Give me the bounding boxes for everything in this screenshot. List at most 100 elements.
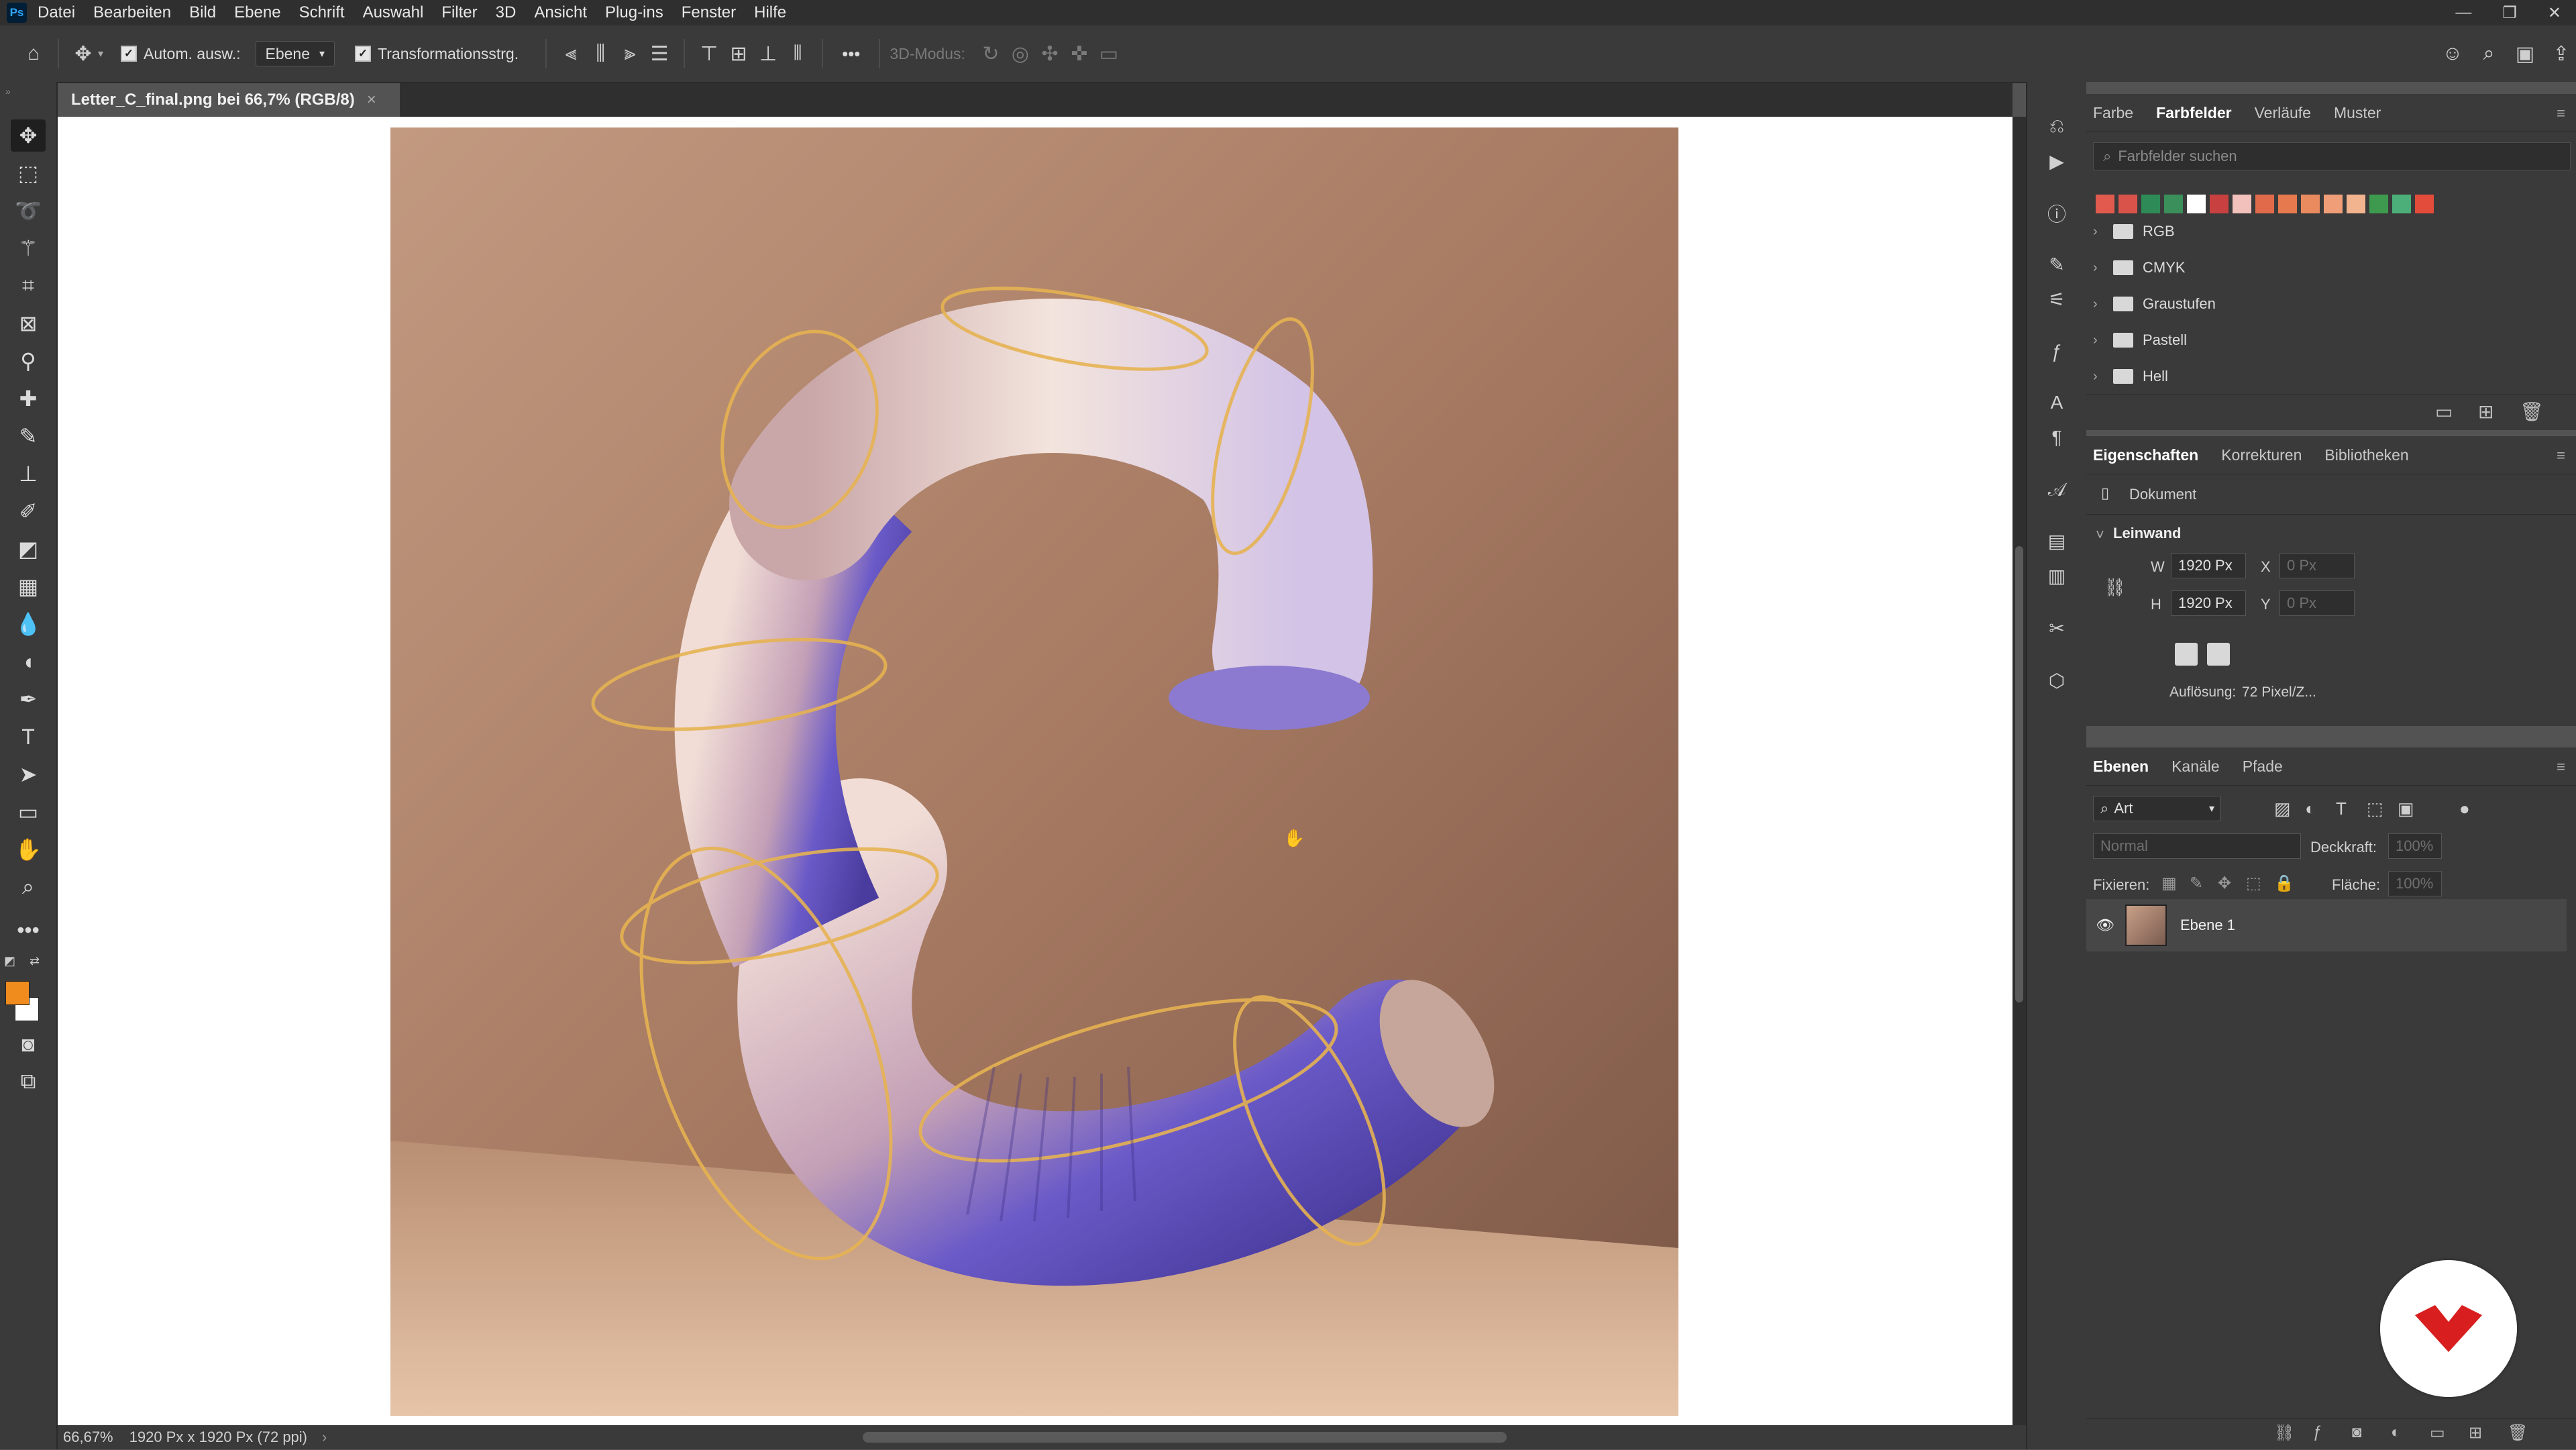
menu-schrift[interactable]: Schrift xyxy=(299,3,345,22)
horizontal-scrollbar[interactable] xyxy=(863,1432,1507,1443)
menu-bild[interactable]: Bild xyxy=(189,3,216,22)
glyphs-panel-icon[interactable]: 𝒜 xyxy=(2042,475,2072,505)
panel-menu-icon[interactable]: ≡ xyxy=(2557,105,2565,122)
color-swatch[interactable] xyxy=(2164,195,2183,213)
close-tab-icon[interactable]: × xyxy=(367,91,376,109)
canvas-x-input[interactable]: 0 Px xyxy=(2279,553,2355,578)
share-icon[interactable]: ⇪ xyxy=(2546,39,2576,68)
new-group-icon[interactable]: ▭ xyxy=(2430,1423,2445,1443)
distribute-horizontal-icon[interactable]: ⫴ xyxy=(783,39,812,68)
filter-pixel-icon[interactable]: ▨ xyxy=(2274,798,2291,819)
3d-roll-icon[interactable]: ◎ xyxy=(1006,39,1035,68)
fx-icon[interactable]: ƒ xyxy=(2042,337,2072,366)
3d-rotate-icon[interactable]: ↻ xyxy=(976,39,1006,68)
document-tab[interactable]: Letter_C_final.png bei 66,7% (RGB/8) × xyxy=(58,83,400,117)
tab-ebenen[interactable]: Ebenen xyxy=(2093,758,2149,776)
tab-verlaeufe[interactable]: Verläufe xyxy=(2255,104,2311,122)
canvas-height-input[interactable]: 1920 Px xyxy=(2171,590,2246,616)
color-swatch[interactable] xyxy=(2118,195,2137,213)
chevron-down-icon[interactable]: ˅ xyxy=(2096,526,2104,543)
menu-hilfe[interactable]: Hilfe xyxy=(754,3,786,22)
adjustment-layer-icon[interactable]: ◐ xyxy=(2391,1423,2401,1442)
menu-ebene[interactable]: Ebene xyxy=(234,3,280,22)
frame-tool-icon[interactable]: ⊠ xyxy=(11,307,46,340)
swap-colors-icon[interactable]: ⇄ xyxy=(30,954,40,968)
dodge-tool-icon[interactable]: ◖ xyxy=(11,645,46,678)
zoom-level[interactable]: 66,67% xyxy=(63,1429,113,1446)
panel-menu-icon[interactable]: ≡ xyxy=(2557,758,2565,776)
home-icon[interactable]: ⌂ xyxy=(19,39,48,68)
foreground-color-swatch[interactable] xyxy=(5,981,30,1005)
tab-farbfelder[interactable]: Farbfelder xyxy=(2156,104,2231,122)
search-icon[interactable]: ⌕ xyxy=(2474,39,2504,68)
workspace-icon[interactable]: ▣ xyxy=(2510,39,2540,68)
share-profile-icon[interactable]: ☺ xyxy=(2438,39,2467,68)
menu-plugins[interactable]: Plug-ins xyxy=(605,3,663,22)
blend-mode-dropdown[interactable]: Normal xyxy=(2093,833,2301,859)
3d-slide-icon[interactable]: ✜ xyxy=(1065,39,1094,68)
magic-wand-tool-icon[interactable]: ⚚ xyxy=(11,232,46,264)
color-swatch[interactable] xyxy=(2255,195,2274,213)
brush-tool-icon[interactable]: ✎ xyxy=(11,420,46,452)
color-swatch[interactable] xyxy=(2210,195,2229,213)
color-swatch[interactable] xyxy=(2096,195,2114,213)
layer-comps-icon[interactable]: ▤ xyxy=(2042,526,2072,556)
new-swatch-icon[interactable]: ⊞ xyxy=(2478,401,2493,423)
menu-bearbeiten[interactable]: Bearbeiten xyxy=(93,3,171,22)
clone-stamp-tool-icon[interactable]: ⊥ xyxy=(11,458,46,490)
filter-adjustment-icon[interactable]: ◐ xyxy=(2305,798,2316,819)
restore-button[interactable]: ❐ xyxy=(2502,3,2517,23)
opacity-input[interactable]: 100% xyxy=(2388,833,2442,859)
color-swatch[interactable] xyxy=(2141,195,2160,213)
actions-panel-icon[interactable]: ▶ xyxy=(2042,146,2072,176)
layer-name[interactable]: Ebene 1 xyxy=(2180,917,2235,934)
swatches-search-input[interactable]: ⌕ Farbfelder suchen xyxy=(2093,142,2571,170)
blur-tool-icon[interactable]: 💧 xyxy=(11,608,46,640)
swatch-folder-hell[interactable]: › Hell xyxy=(2093,358,2168,395)
menu-auswahl[interactable]: Auswahl xyxy=(363,3,424,22)
layer-row[interactable]: 👁 Ebene 1 xyxy=(2086,899,2567,951)
quick-mask-icon[interactable]: ◙ xyxy=(11,1028,46,1060)
align-bottom-icon[interactable]: ⊥ xyxy=(753,39,783,68)
crop-tool-icon[interactable]: ⌗ xyxy=(11,270,46,302)
vertical-scrollbar[interactable] xyxy=(2012,117,2026,1425)
swatch-folder-rgb[interactable]: › RGB xyxy=(2093,213,2175,250)
delete-icon[interactable]: 🗑 xyxy=(2520,401,2544,423)
close-window-button[interactable]: ✕ xyxy=(2548,3,2561,23)
rectangle-tool-icon[interactable]: ▭ xyxy=(11,796,46,828)
portrait-orientation-icon[interactable] xyxy=(2175,643,2198,666)
lock-all-icon[interactable]: 🔒 xyxy=(2274,874,2294,893)
info-panel-icon[interactable]: ⓘ xyxy=(2042,199,2072,228)
tool-presets-icon[interactable]: ✂ xyxy=(2042,613,2072,643)
eyedropper-tool-icon[interactable]: ⚲ xyxy=(11,345,46,377)
marquee-tool-icon[interactable]: ⬚ xyxy=(11,157,46,189)
type-tool-icon[interactable]: T xyxy=(11,721,46,753)
add-mask-icon[interactable]: ◙ xyxy=(2352,1423,2362,1442)
filter-smart-object-icon[interactable]: ▣ xyxy=(2398,798,2414,819)
edit-toolbar-icon[interactable]: ••• xyxy=(11,914,46,946)
tab-farbe[interactable]: Farbe xyxy=(2093,104,2133,122)
color-swatch[interactable] xyxy=(2415,195,2434,213)
align-right-icon[interactable]: ⫸ xyxy=(615,39,645,68)
pen-tool-icon[interactable]: ✒ xyxy=(11,683,46,715)
link-dimensions-icon[interactable]: ⛓ xyxy=(2104,577,2126,598)
auto-select-checkbox[interactable]: ✓ xyxy=(121,46,138,62)
new-layer-icon[interactable]: ⊞ xyxy=(2469,1423,2482,1443)
screen-mode-icon[interactable]: ⧉ xyxy=(11,1066,46,1098)
menu-datei[interactable]: Datei xyxy=(38,3,75,22)
filter-shape-icon[interactable]: ⬚ xyxy=(2367,798,2383,819)
align-middle-v-icon[interactable]: ⊞ xyxy=(724,39,753,68)
3d-panel-icon[interactable]: ⬡ xyxy=(2042,666,2072,695)
move-tool-icon[interactable]: ✥ xyxy=(11,119,46,152)
brush-settings-icon[interactable]: ✎ xyxy=(2042,250,2072,279)
default-colors-icon[interactable]: ◩ xyxy=(4,954,15,968)
lasso-tool-icon[interactable]: ➰ xyxy=(11,195,46,227)
tab-bibliotheken[interactable]: Bibliotheken xyxy=(2324,446,2408,464)
align-top-icon[interactable]: ⊤ xyxy=(694,39,724,68)
color-swatch[interactable] xyxy=(2347,195,2365,213)
more-options-icon[interactable]: ••• xyxy=(842,44,860,64)
eye-icon[interactable]: 👁 xyxy=(2096,917,2114,934)
move-tool-preset-icon[interactable]: ✥ xyxy=(68,39,98,68)
link-layers-icon[interactable]: ⛓ xyxy=(2274,1423,2294,1443)
distribute-vertical-icon[interactable]: ☰ xyxy=(645,39,674,68)
